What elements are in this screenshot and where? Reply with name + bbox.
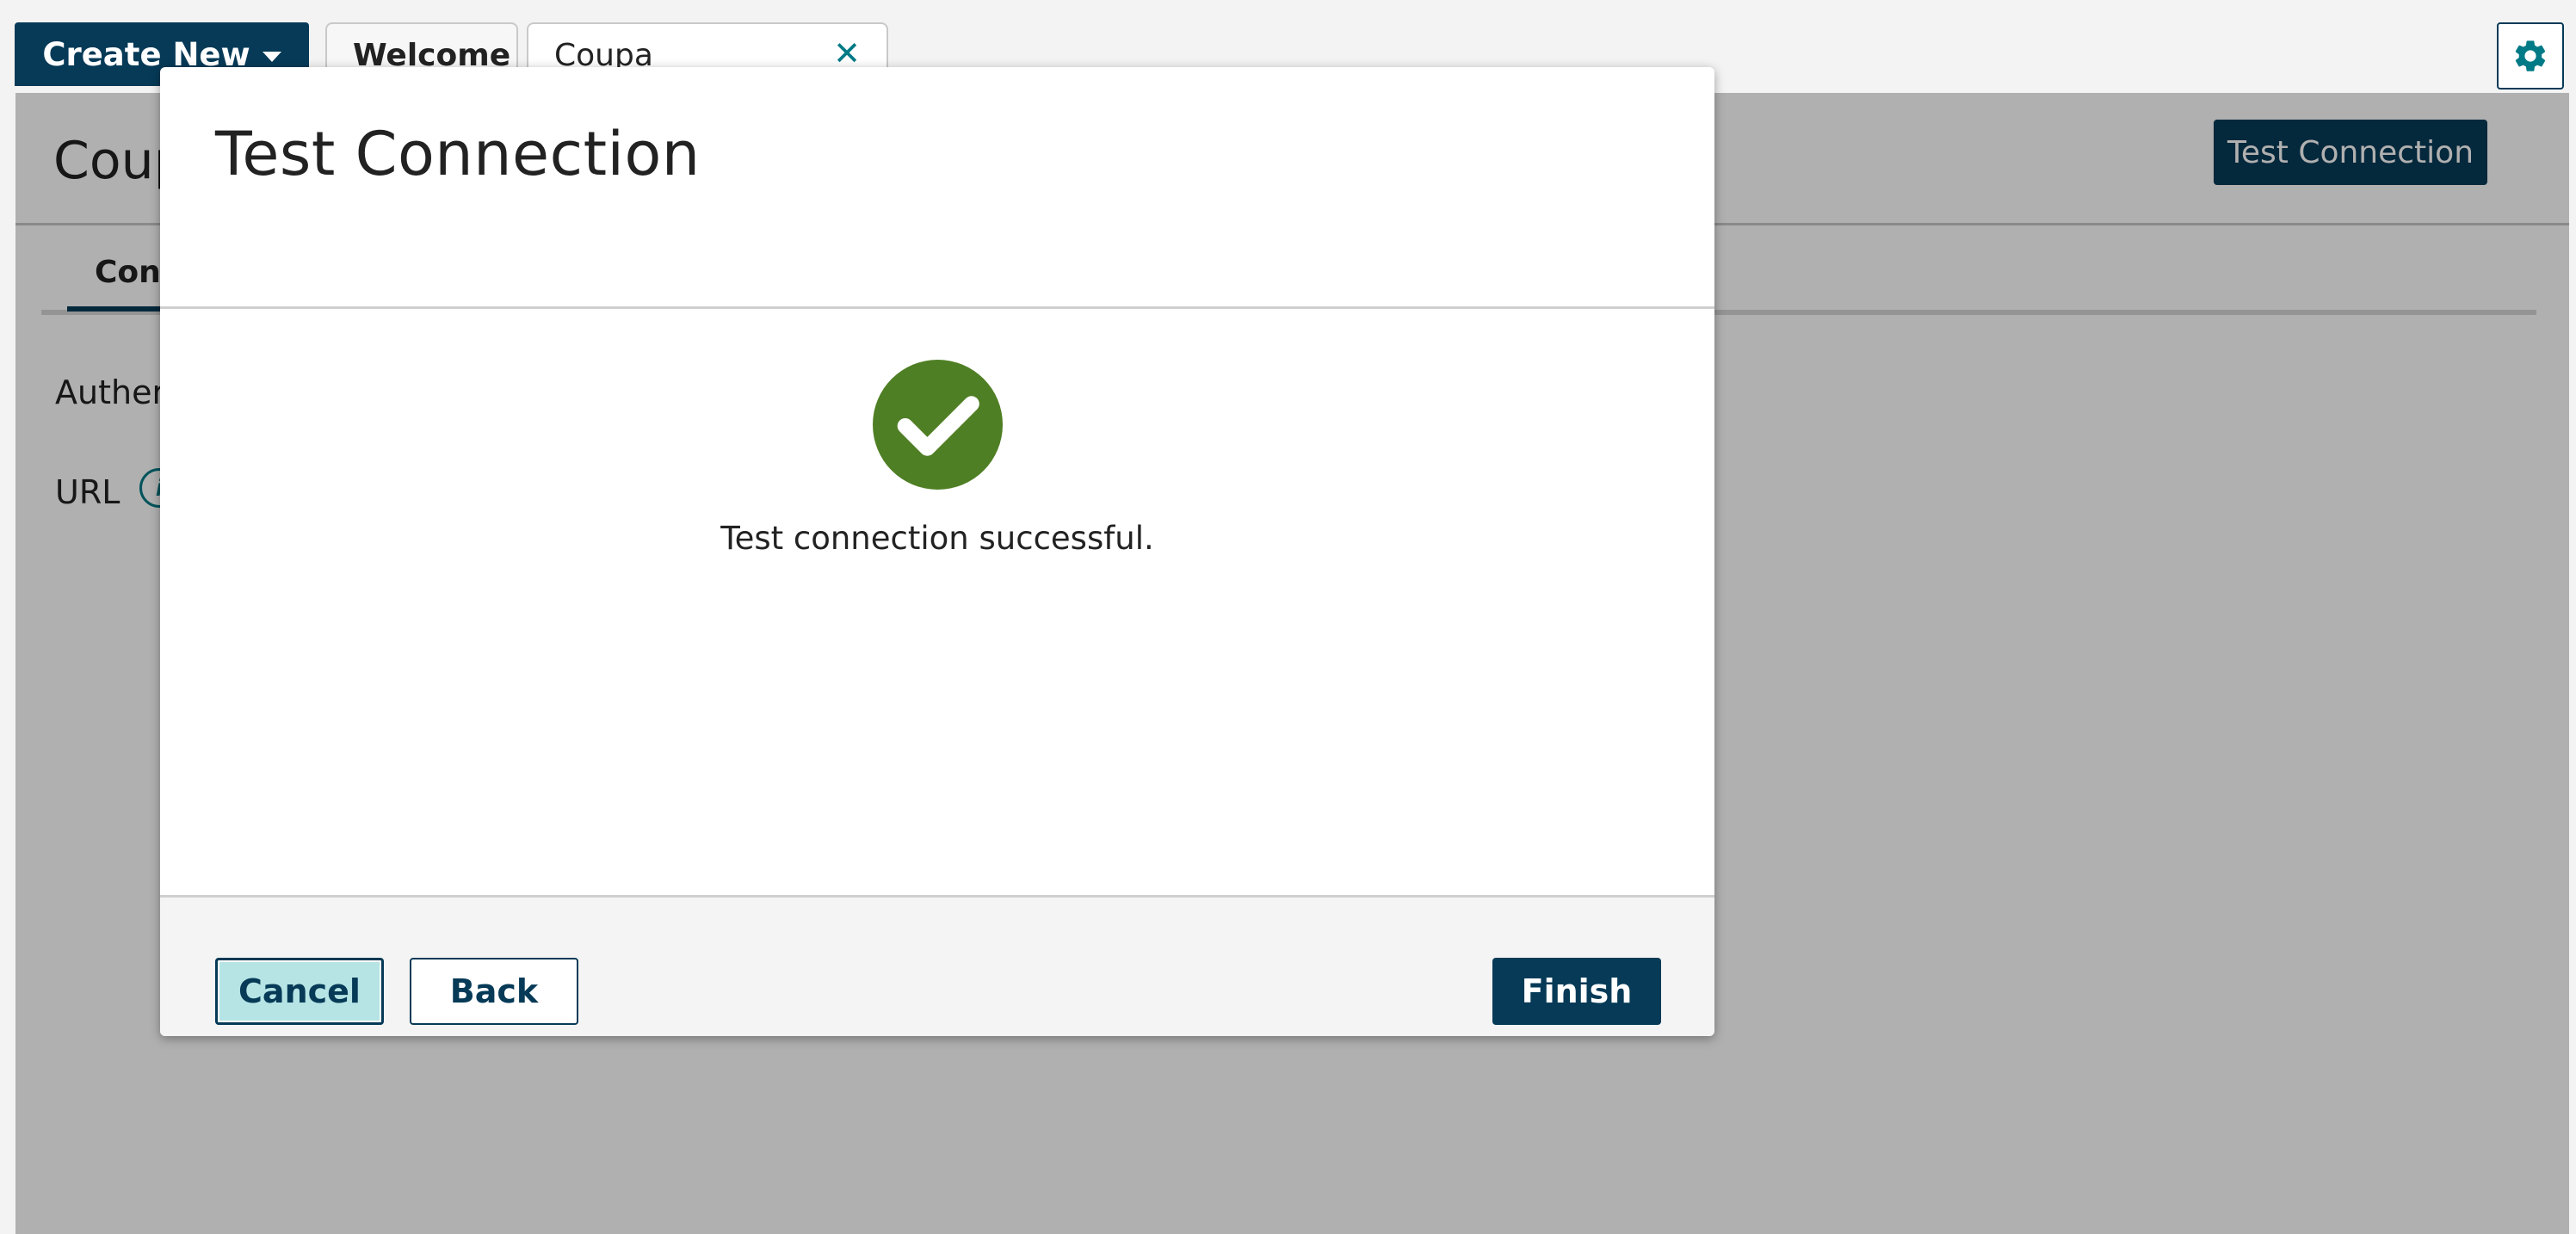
dialog-footer: Cancel Back Finish [160,895,1714,1036]
close-icon[interactable]: ✕ [833,37,861,70]
dialog-header: Test Connection [160,67,1714,309]
gear-icon [2515,40,2546,71]
test-connection-dialog: Test Connection Test connection successf… [160,67,1714,1036]
success-message: Test connection successful. [720,520,1154,557]
finish-button[interactable]: Finish [1492,958,1661,1025]
settings-button[interactable] [2497,22,2564,89]
back-button[interactable]: Back [410,958,578,1025]
cancel-button[interactable]: Cancel [215,958,384,1025]
dialog-title: Test Connection [215,119,701,189]
caret-down-icon [262,52,281,62]
checkmark-circle-icon [873,360,1003,490]
